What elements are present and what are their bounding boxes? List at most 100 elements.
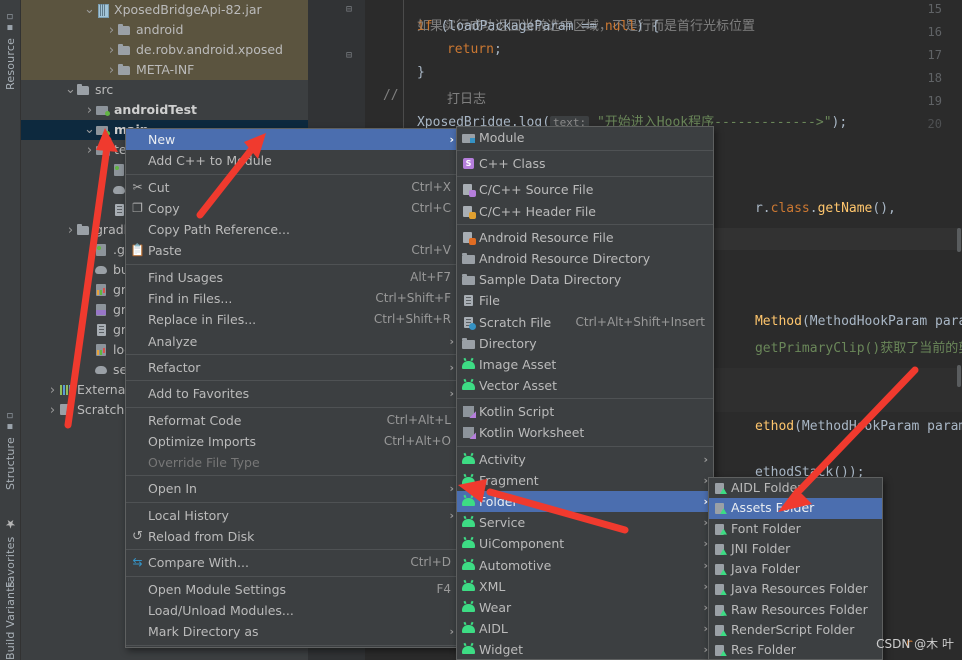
folder-menu-item-jni-folder[interactable]: JNI Folder	[709, 539, 882, 559]
context-menu-item-add-to-favorites[interactable]: Add to Favorites ›	[126, 383, 459, 404]
folder-menu-item-res-folder[interactable]: Res Folder	[709, 640, 882, 659]
chevron-right-icon[interactable]: ›	[84, 141, 95, 161]
toolwindow-structure[interactable]: Structure ▪▫	[0, 400, 21, 490]
new-menu-item-fragment[interactable]: Fragment ›	[457, 470, 713, 491]
new-menu-item-android-resource-directory[interactable]: Android Resource Directory	[457, 248, 713, 269]
menu-item-shortcut: Ctrl+Shift+R	[373, 312, 451, 327]
new-submenu[interactable]: Module S C++ Class C/C++ Source File C/C++ H…	[456, 126, 714, 660]
fold-marker-icon[interactable]: ⊟	[346, 50, 352, 61]
menu-item-label: Service	[479, 515, 526, 531]
editor-scrollbar-marker[interactable]	[957, 228, 961, 252]
chevron-right-icon[interactable]: ›	[106, 41, 117, 61]
editor-scrollbar-marker[interactable]	[957, 365, 961, 387]
new-menu-item-wear[interactable]: Wear ›	[457, 597, 713, 618]
toolwindow-favorites[interactable]: Favorites ★	[0, 500, 21, 588]
new-menu-item-aidl[interactable]: AIDL ›	[457, 618, 713, 639]
menu-item-label: Analyze	[148, 333, 198, 349]
new-menu-item-folder[interactable]: Folder ›	[457, 491, 713, 513]
context-menu-item-local-history[interactable]: Local History ›	[126, 505, 459, 526]
tree-row[interactable]: ⌄ XposedBridgeApi-82.jar	[21, 0, 308, 20]
toolwindow-resource[interactable]: Resource ▪▫	[0, 4, 21, 90]
new-menu-item-xml[interactable]: XML ›	[457, 576, 713, 597]
chevron-down-icon[interactable]: ⌄	[84, 0, 95, 20]
menu-item-label: Replace in Files...	[148, 312, 257, 328]
chevron-right-icon[interactable]: ›	[47, 381, 58, 401]
folder-menu-item-font-folder[interactable]: Font Folder	[709, 519, 882, 539]
new-menu-item-android-resource-file[interactable]: Android Resource File	[457, 227, 713, 248]
tree-row[interactable]: ⌄ src	[21, 80, 308, 100]
context-menu-item-add-c-to-module[interactable]: Add C++ to Module	[126, 150, 459, 171]
menu-item-label: JNI Folder	[731, 540, 791, 556]
toolwindow-build-variants[interactable]: Build Variants	[0, 580, 21, 660]
new-menu-item-file[interactable]: File	[457, 290, 713, 311]
context-menu-item-find-usages[interactable]: Find Usages Alt+F7	[126, 267, 459, 288]
context-menu[interactable]: New › Add C++ to Module ✂ Cut Ctrl+X ❐ Copy Ctrl…	[125, 128, 460, 648]
fold-marker-icon[interactable]: ⊟	[346, 4, 352, 15]
context-menu-item-refactor[interactable]: Refactor ›	[126, 357, 459, 378]
folder-icon	[117, 63, 132, 76]
chevron-right-icon[interactable]: ›	[65, 221, 76, 241]
new-menu-item-c-class[interactable]: S C++ Class	[457, 153, 713, 174]
chevron-right-icon[interactable]: ›	[84, 101, 95, 121]
tree-row[interactable]: › META-INF	[21, 60, 308, 80]
chevron-right-icon[interactable]: ›	[47, 401, 58, 421]
folder-menu-item-java-resources-folder[interactable]: Java Resources Folder	[709, 579, 882, 599]
folder-menu-item-assets-folder[interactable]: Assets Folder	[709, 498, 882, 519]
new-menu-item-service[interactable]: Service ›	[457, 512, 713, 533]
new-menu-item-module[interactable]: Module	[457, 127, 713, 148]
menu-separator	[126, 353, 459, 355]
android-icon	[461, 536, 476, 551]
tree-row[interactable]: › android	[21, 20, 308, 40]
folder-submenu[interactable]: AIDL Folder Assets Folder Font Folder JNI F…	[708, 477, 883, 660]
tree-row[interactable]: › androidTest	[21, 100, 308, 120]
new-menu-item-automotive[interactable]: Automotive ›	[457, 555, 713, 576]
new-menu-item-sample-data-directory[interactable]: Sample Data Directory	[457, 269, 713, 290]
tree-row-label: de.robv.android.xposed	[136, 42, 283, 57]
folder-menu-item-java-folder[interactable]: Java Folder	[709, 559, 882, 579]
context-menu-item-reformat-code[interactable]: Reformat Code Ctrl+Alt+L	[126, 410, 459, 431]
menu-item-label: Module	[479, 130, 525, 145]
menu-item-label: Res Folder	[731, 642, 796, 658]
menu-item-label: XML	[479, 578, 506, 594]
folder-menu-item-aidl-folder[interactable]: AIDL Folder	[709, 478, 882, 498]
context-menu-item-optimize-imports[interactable]: Optimize Imports Ctrl+Alt+O	[126, 431, 459, 452]
context-menu-item-replace-in-files[interactable]: Replace in Files... Ctrl+Shift+R	[126, 309, 459, 330]
tree-row[interactable]: › de.robv.android.xposed	[21, 40, 308, 60]
new-menu-item-kotlin-worksheet[interactable]: Kotlin Worksheet	[457, 422, 713, 443]
context-menu-item-reload-from-disk[interactable]: ↺ Reload from Disk	[126, 526, 459, 547]
new-menu-item-widget[interactable]: Widget ›	[457, 639, 713, 659]
context-menu-item-open-module-settings[interactable]: Open Module Settings F4	[126, 579, 459, 600]
context-menu-item-copy[interactable]: ❐ Copy Ctrl+C	[126, 198, 459, 219]
android-icon	[461, 452, 476, 467]
folder-menu-item-raw-resources-folder[interactable]: Raw Resources Folder	[709, 600, 882, 620]
new-menu-item-image-asset[interactable]: Image Asset	[457, 354, 713, 375]
gradle-file-icon	[94, 283, 109, 296]
chevron-right-icon[interactable]: ›	[106, 21, 117, 41]
context-menu-item-analyze[interactable]: Analyze ›	[126, 331, 459, 352]
context-menu-item-find-in-files[interactable]: Find in Files... Ctrl+Shift+F	[126, 288, 459, 309]
context-menu-item-cut[interactable]: ✂ Cut Ctrl+X	[126, 177, 459, 198]
new-menu-item-directory[interactable]: Directory	[457, 333, 713, 354]
context-menu-item-load-unload-modules[interactable]: Load/Unload Modules...	[126, 600, 459, 621]
new-menu-item-scratch-file[interactable]: Scratch File Ctrl+Alt+Shift+Insert	[457, 312, 713, 333]
menu-item-label: Add to Favorites	[148, 386, 250, 402]
chevron-right-icon: ›	[449, 625, 454, 639]
new-menu-item-uicomponent[interactable]: UiComponent ›	[457, 533, 713, 554]
context-menu-item-paste[interactable]: 📋 Paste Ctrl+V	[126, 240, 459, 261]
chevron-right-icon[interactable]: ›	[106, 61, 117, 81]
folder-menu-item-renderscript-folder[interactable]: RenderScript Folder	[709, 620, 882, 640]
new-menu-item-kotlin-script[interactable]: Kotlin Script	[457, 401, 713, 422]
new-menu-item-c-c-header-file[interactable]: C/C++ Header File	[457, 201, 713, 222]
context-menu-item-compare-with[interactable]: ⇆ Compare With... Ctrl+D	[126, 552, 459, 573]
context-menu-item-mark-directory-as[interactable]: Mark Directory as ›	[126, 621, 459, 642]
new-menu-item-c-c-source-file[interactable]: C/C++ Source File	[457, 179, 713, 200]
context-menu-item-new[interactable]: New ›	[126, 129, 459, 151]
menu-item-shortcut: Ctrl+X	[411, 179, 451, 194]
menu-item-shortcut: Ctrl+Alt+L	[386, 412, 451, 427]
context-menu-item-open-in[interactable]: Open In ›	[126, 478, 459, 499]
chevron-down-icon[interactable]: ⌄	[65, 80, 76, 100]
context-menu-item-copy-path-reference[interactable]: Copy Path Reference...	[126, 219, 459, 240]
chevron-down-icon[interactable]: ⌄	[84, 120, 95, 140]
new-menu-item-activity[interactable]: Activity ›	[457, 449, 713, 470]
new-menu-item-vector-asset[interactable]: Vector Asset	[457, 375, 713, 396]
